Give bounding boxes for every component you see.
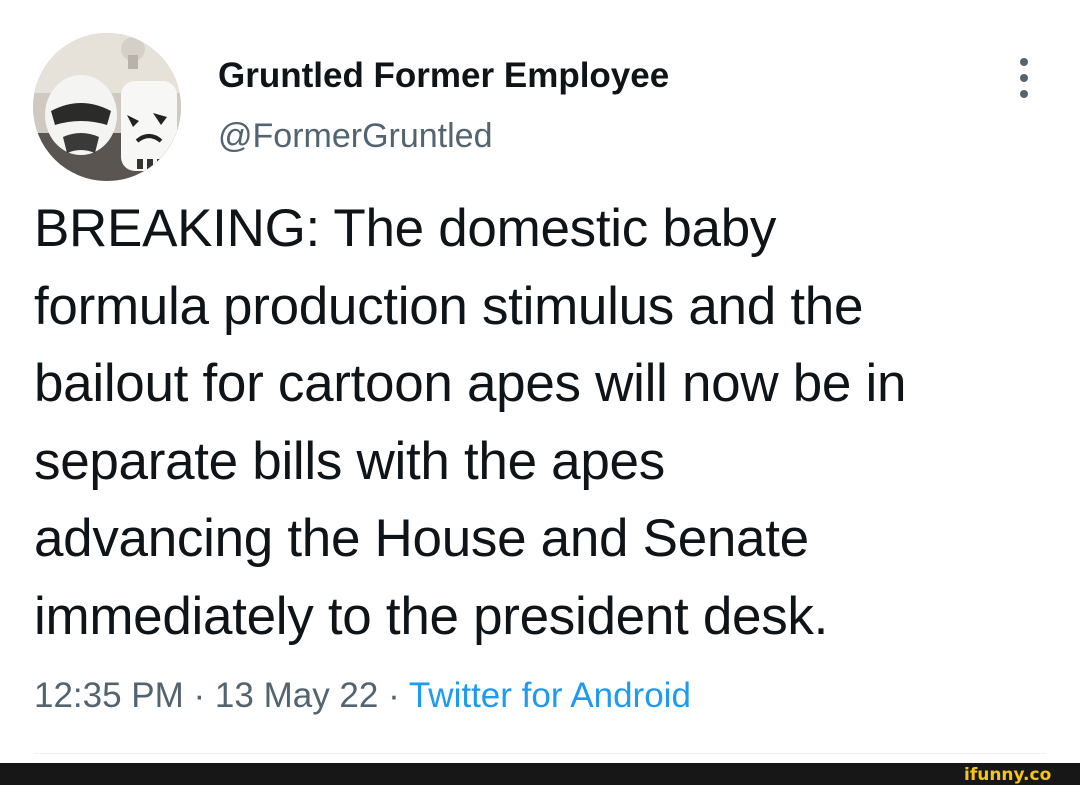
tweet-text-line: formula production stimulus and the [34, 276, 864, 336]
tweet-time[interactable]: 12:35 PM [34, 676, 184, 715]
tweet-text-line: advancing the House and Senate [34, 509, 809, 568]
divider [34, 753, 1046, 754]
watermark-bar [0, 763, 1080, 785]
tweet-text-line: immediately to the president desk. [34, 586, 829, 646]
svg-text:ifunny.co: ifunny.co [964, 765, 1051, 785]
user-handle[interactable]: @FormerGruntled [218, 115, 492, 157]
tweet-date[interactable]: 13 May 22 [215, 676, 378, 715]
ifunny-logo: ifunny.co [962, 763, 1074, 785]
tweet-meta: 12:35 PM · 13 May 22 · Twitter for Andro… [34, 672, 691, 720]
tweet-text-line: bailout for cartoon apes will now be in [34, 354, 907, 413]
tweet-card: Gruntled Former Employee @FormerGruntled… [0, 0, 1080, 763]
meta-separator: · [183, 676, 215, 715]
more-dot [1020, 58, 1028, 66]
display-name[interactable]: Gruntled Former Employee [218, 55, 669, 97]
avatar[interactable] [33, 33, 181, 181]
tweet-text-line: BREAKING: The domestic baby [34, 199, 777, 258]
more-vertical-icon[interactable] [1012, 58, 1036, 98]
tweet-text-line: separate bills with the apes [34, 431, 665, 491]
more-dot [1020, 74, 1028, 82]
tweet-text: BREAKING: The domestic baby formula prod… [34, 190, 1064, 655]
meta-separator: · [378, 676, 409, 715]
more-dot [1020, 90, 1028, 98]
tweet-source-link[interactable]: Twitter for Android [409, 676, 691, 715]
ifunny-logo-graphic: ifunny.co [964, 765, 1051, 785]
avatar-photo [33, 33, 181, 181]
